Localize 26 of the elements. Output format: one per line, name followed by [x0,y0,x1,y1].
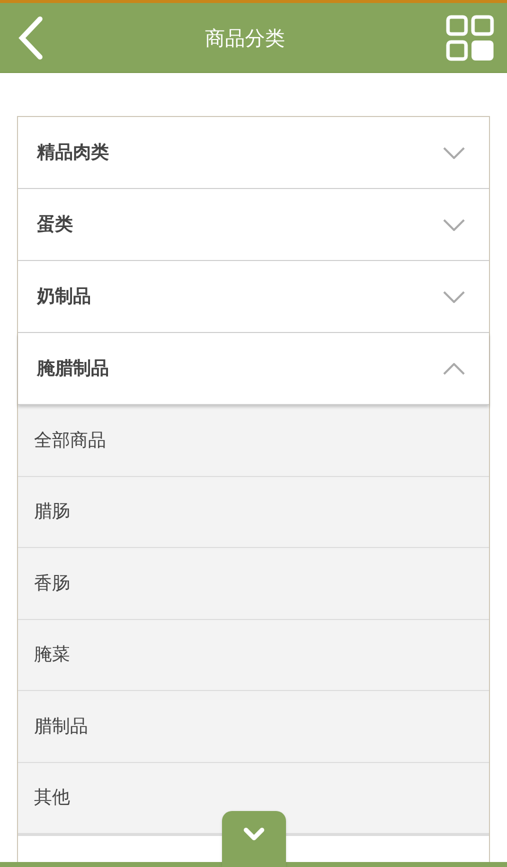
subcategory-label: 腊制品 [34,714,88,739]
subcategory-label: 香肠 [34,572,70,596]
subcategory-label: 全部商品 [34,428,106,453]
chevron-down-icon [443,218,465,230]
category-label: 精品肉类 [37,141,109,165]
category-label: 奶制品 [37,285,91,309]
subcategory-row[interactable]: 腌菜 [18,620,489,691]
chevron-down-icon [443,290,465,302]
page-title: 商品分类 [205,24,285,52]
category-label: 蛋类 [37,213,73,237]
subcategory-row[interactable]: 香肠 [18,548,489,620]
subcategory-row[interactable]: 腊制品 [18,691,489,762]
back-icon[interactable] [18,16,44,60]
subcategory-label: 腌菜 [34,643,70,668]
chevron-up-icon [443,362,465,374]
grid-icon[interactable] [446,14,494,60]
category-label: 腌腊制品 [37,357,109,381]
subcategory-label: 腊肠 [34,500,70,524]
category-row[interactable]: 腌腊制品 [18,333,489,405]
subcategory-label: 其他 [34,786,70,810]
subcategory-row[interactable]: 其他 [18,762,489,834]
scroll-down-button[interactable] [222,811,286,867]
subcategory-row[interactable]: 腊肠 [18,476,489,548]
subcategory-row[interactable]: 全部商品 [18,405,489,476]
chevron-down-icon [243,827,265,841]
chevron-down-icon [443,146,465,158]
